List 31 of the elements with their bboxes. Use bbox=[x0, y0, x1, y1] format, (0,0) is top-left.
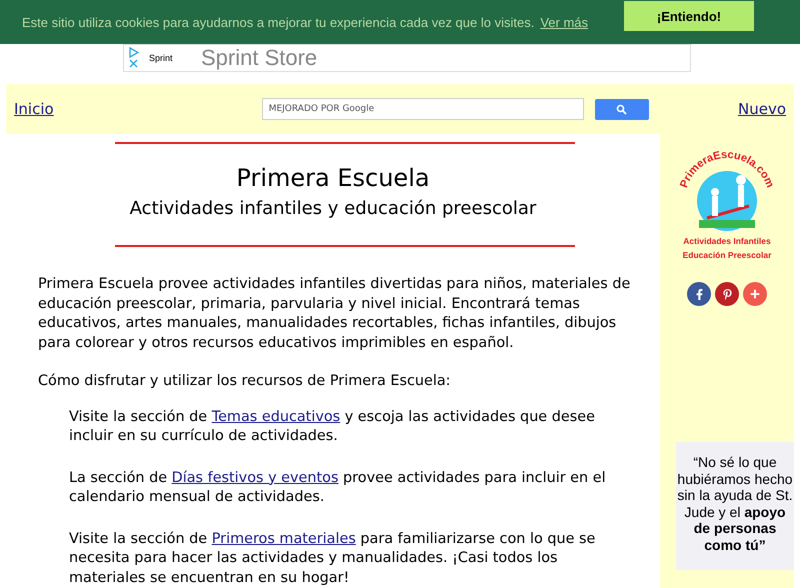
page-title: Primera Escuela bbox=[235, 164, 431, 192]
lead-sentence: Cómo disfrutar y utilizar los recursos de Primera Escuela: bbox=[38, 372, 452, 391]
pinterest-icon bbox=[722, 288, 732, 300]
ad-banner[interactable]: Sprint Sprint Store bbox=[123, 44, 691, 72]
search-button[interactable] bbox=[594, 98, 649, 120]
search-icon bbox=[616, 104, 628, 114]
cookie-message: Este sitio utiliza cookies para ayudarnos a mejorar tu experiencia cada vez que lo visites. bbox=[22, 14, 534, 30]
ad-headline: Sprint Store bbox=[201, 45, 318, 71]
section-link[interactable]: Temas educativos bbox=[212, 408, 340, 424]
section-paragraph: La sección de Días festivos y eventos provee actividades para incluir en el calendario mensual de actividades. bbox=[69, 468, 607, 507]
ad-panel[interactable]: “No sé lo que hubiéramos hecho sin la ayuda de St. Jude y el apoyo de personas como tú” bbox=[676, 442, 794, 570]
home-link[interactable]: Inicio bbox=[14, 100, 54, 118]
section-link[interactable]: Primeros materiales bbox=[212, 530, 356, 546]
close-icon[interactable] bbox=[128, 58, 139, 69]
intro-paragraph: Primera Escuela provee actividades infantiles divertidas para niños, materiales de educación preescolar, primaria, parvularia y nivel inicial. Encontrará temas educativos, artes manuales, manualidades recortables, fichas infantiles, dibujos para colorear y otros recursos educativos imprimibles en español. bbox=[38, 275, 632, 352]
more-share-button[interactable] bbox=[743, 282, 767, 306]
search-field[interactable]: MEJORADO POR Google bbox=[262, 98, 584, 120]
play-icon bbox=[128, 47, 139, 58]
advertiser-name: Sprint bbox=[149, 53, 174, 63]
section-link[interactable]: Días festivos y eventos bbox=[172, 470, 338, 486]
accept-button[interactable]: ¡Entiendo! bbox=[624, 1, 754, 31]
facebook-icon bbox=[694, 288, 704, 300]
new-link[interactable]: Nuevo bbox=[738, 100, 786, 118]
more-info-link[interactable]: Ver más bbox=[540, 14, 588, 30]
plus-icon bbox=[750, 289, 760, 299]
pinterest-button[interactable] bbox=[715, 282, 739, 306]
ad-quote: “No sé lo que hubiéramos hecho sin la ayuda de St. Jude y el apoyo de personas como tú” bbox=[677, 454, 793, 552]
page-subtitle: Actividades infantiles y educación preescolar bbox=[128, 198, 538, 219]
section-paragraph: Visite la sección de Temas educativos y escoja las actividades que desee incluir en su currículo de actividades. bbox=[69, 408, 596, 446]
facebook-button[interactable] bbox=[687, 282, 711, 306]
section-paragraph: Visite la sección de Primeros materiales para familiarizarse con lo que se necesita para hacer las actividades y manualidades. ¡Casi todos los materiales se encuentran en su hogar! bbox=[69, 530, 596, 588]
